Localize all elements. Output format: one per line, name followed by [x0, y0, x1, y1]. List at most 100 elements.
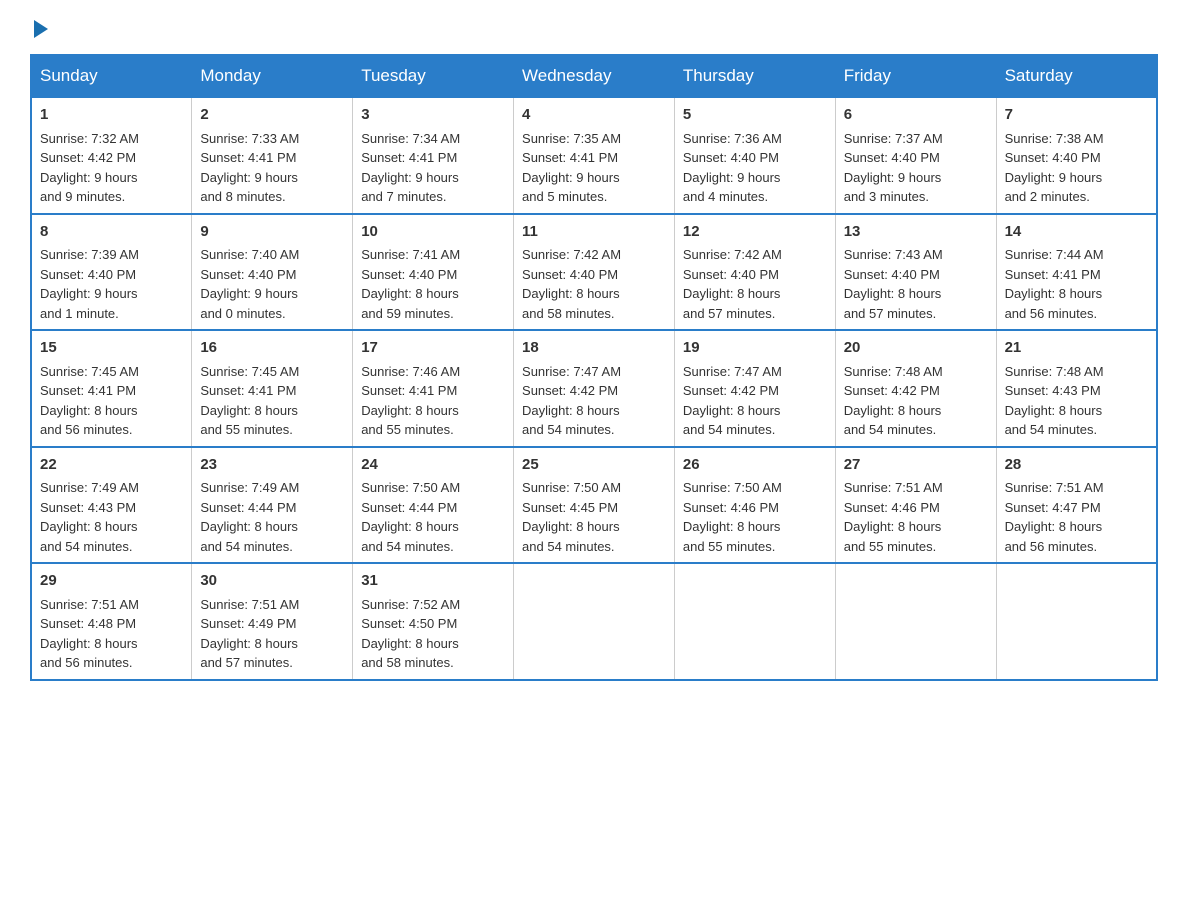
day-header-friday: Friday — [835, 55, 996, 97]
daylight-label: Daylight: 8 hours — [200, 519, 298, 534]
calendar-cell — [674, 563, 835, 680]
daylight-label: Daylight: 8 hours — [683, 519, 781, 534]
daylight-detail: and 2 minutes. — [1005, 189, 1090, 204]
sunrise-text: Sunrise: 7:41 AM — [361, 247, 460, 262]
page-header — [30, 20, 1158, 34]
calendar-cell: 12 Sunrise: 7:42 AM Sunset: 4:40 PM Dayl… — [674, 214, 835, 331]
logo-chevron-icon — [34, 20, 48, 38]
calendar-cell: 13 Sunrise: 7:43 AM Sunset: 4:40 PM Dayl… — [835, 214, 996, 331]
sunset-text: Sunset: 4:41 PM — [200, 383, 296, 398]
daylight-detail: and 58 minutes. — [361, 655, 454, 670]
calendar-header-row: SundayMondayTuesdayWednesdayThursdayFrid… — [31, 55, 1157, 97]
daylight-detail: and 55 minutes. — [844, 539, 937, 554]
calendar-cell: 25 Sunrise: 7:50 AM Sunset: 4:45 PM Dayl… — [514, 447, 675, 564]
day-number: 18 — [522, 337, 666, 360]
daylight-detail: and 3 minutes. — [844, 189, 929, 204]
daylight-detail: and 55 minutes. — [200, 422, 293, 437]
sunrise-text: Sunrise: 7:49 AM — [200, 480, 299, 495]
calendar-cell: 11 Sunrise: 7:42 AM Sunset: 4:40 PM Dayl… — [514, 214, 675, 331]
daylight-label: Daylight: 9 hours — [361, 170, 459, 185]
daylight-label: Daylight: 8 hours — [361, 286, 459, 301]
logo — [30, 20, 48, 34]
day-number: 4 — [522, 104, 666, 127]
sunrise-text: Sunrise: 7:49 AM — [40, 480, 139, 495]
day-number: 25 — [522, 454, 666, 477]
daylight-label: Daylight: 8 hours — [200, 636, 298, 651]
day-number: 30 — [200, 570, 344, 593]
daylight-label: Daylight: 8 hours — [1005, 286, 1103, 301]
sunrise-text: Sunrise: 7:43 AM — [844, 247, 943, 262]
calendar-week-row: 22 Sunrise: 7:49 AM Sunset: 4:43 PM Dayl… — [31, 447, 1157, 564]
calendar-cell: 4 Sunrise: 7:35 AM Sunset: 4:41 PM Dayli… — [514, 97, 675, 214]
daylight-label: Daylight: 9 hours — [683, 170, 781, 185]
sunrise-text: Sunrise: 7:52 AM — [361, 597, 460, 612]
sunset-text: Sunset: 4:45 PM — [522, 500, 618, 515]
sunrise-text: Sunrise: 7:46 AM — [361, 364, 460, 379]
day-number: 20 — [844, 337, 988, 360]
day-number: 27 — [844, 454, 988, 477]
day-header-sunday: Sunday — [31, 55, 192, 97]
daylight-label: Daylight: 9 hours — [844, 170, 942, 185]
sunset-text: Sunset: 4:42 PM — [40, 150, 136, 165]
calendar-cell: 17 Sunrise: 7:46 AM Sunset: 4:41 PM Dayl… — [353, 330, 514, 447]
day-number: 14 — [1005, 221, 1148, 244]
sunset-text: Sunset: 4:40 PM — [522, 267, 618, 282]
daylight-detail: and 54 minutes. — [361, 539, 454, 554]
calendar-table: SundayMondayTuesdayWednesdayThursdayFrid… — [30, 54, 1158, 681]
calendar-cell: 16 Sunrise: 7:45 AM Sunset: 4:41 PM Dayl… — [192, 330, 353, 447]
daylight-detail: and 1 minute. — [40, 306, 119, 321]
sunset-text: Sunset: 4:44 PM — [200, 500, 296, 515]
sunset-text: Sunset: 4:40 PM — [844, 150, 940, 165]
sunrise-text: Sunrise: 7:32 AM — [40, 131, 139, 146]
day-number: 2 — [200, 104, 344, 127]
sunset-text: Sunset: 4:40 PM — [40, 267, 136, 282]
calendar-cell — [835, 563, 996, 680]
day-number: 9 — [200, 221, 344, 244]
calendar-cell: 26 Sunrise: 7:50 AM Sunset: 4:46 PM Dayl… — [674, 447, 835, 564]
daylight-label: Daylight: 8 hours — [683, 286, 781, 301]
daylight-label: Daylight: 8 hours — [40, 519, 138, 534]
daylight-detail: and 56 minutes. — [40, 655, 133, 670]
sunrise-text: Sunrise: 7:35 AM — [522, 131, 621, 146]
daylight-label: Daylight: 8 hours — [844, 286, 942, 301]
daylight-detail: and 56 minutes. — [40, 422, 133, 437]
daylight-detail: and 54 minutes. — [1005, 422, 1098, 437]
sunset-text: Sunset: 4:41 PM — [40, 383, 136, 398]
sunset-text: Sunset: 4:42 PM — [683, 383, 779, 398]
day-number: 5 — [683, 104, 827, 127]
daylight-label: Daylight: 9 hours — [200, 170, 298, 185]
daylight-detail: and 54 minutes. — [522, 539, 615, 554]
calendar-cell: 9 Sunrise: 7:40 AM Sunset: 4:40 PM Dayli… — [192, 214, 353, 331]
calendar-cell: 2 Sunrise: 7:33 AM Sunset: 4:41 PM Dayli… — [192, 97, 353, 214]
sunrise-text: Sunrise: 7:50 AM — [361, 480, 460, 495]
sunset-text: Sunset: 4:44 PM — [361, 500, 457, 515]
day-number: 28 — [1005, 454, 1148, 477]
daylight-detail: and 7 minutes. — [361, 189, 446, 204]
sunset-text: Sunset: 4:47 PM — [1005, 500, 1101, 515]
sunrise-text: Sunrise: 7:36 AM — [683, 131, 782, 146]
sunset-text: Sunset: 4:40 PM — [683, 267, 779, 282]
calendar-week-row: 8 Sunrise: 7:39 AM Sunset: 4:40 PM Dayli… — [31, 214, 1157, 331]
daylight-label: Daylight: 8 hours — [522, 403, 620, 418]
day-number: 16 — [200, 337, 344, 360]
sunset-text: Sunset: 4:40 PM — [844, 267, 940, 282]
day-number: 3 — [361, 104, 505, 127]
daylight-label: Daylight: 8 hours — [844, 403, 942, 418]
day-number: 21 — [1005, 337, 1148, 360]
day-number: 7 — [1005, 104, 1148, 127]
day-number: 1 — [40, 104, 183, 127]
daylight-detail: and 8 minutes. — [200, 189, 285, 204]
calendar-cell: 24 Sunrise: 7:50 AM Sunset: 4:44 PM Dayl… — [353, 447, 514, 564]
daylight-detail: and 9 minutes. — [40, 189, 125, 204]
calendar-cell: 1 Sunrise: 7:32 AM Sunset: 4:42 PM Dayli… — [31, 97, 192, 214]
calendar-cell: 28 Sunrise: 7:51 AM Sunset: 4:47 PM Dayl… — [996, 447, 1157, 564]
sunrise-text: Sunrise: 7:50 AM — [522, 480, 621, 495]
sunset-text: Sunset: 4:43 PM — [40, 500, 136, 515]
sunrise-text: Sunrise: 7:48 AM — [1005, 364, 1104, 379]
sunrise-text: Sunrise: 7:39 AM — [40, 247, 139, 262]
daylight-detail: and 54 minutes. — [200, 539, 293, 554]
sunrise-text: Sunrise: 7:51 AM — [844, 480, 943, 495]
sunset-text: Sunset: 4:41 PM — [361, 150, 457, 165]
daylight-label: Daylight: 8 hours — [361, 403, 459, 418]
calendar-cell: 5 Sunrise: 7:36 AM Sunset: 4:40 PM Dayli… — [674, 97, 835, 214]
